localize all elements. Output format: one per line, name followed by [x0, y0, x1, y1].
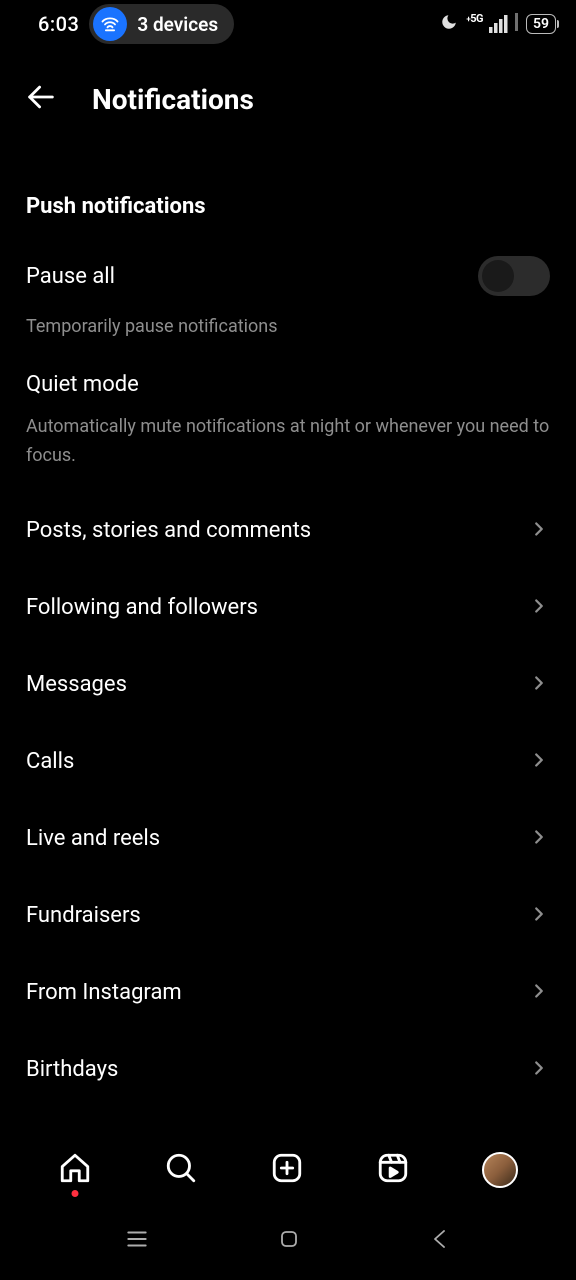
pause-all-toggle[interactable] — [478, 256, 550, 296]
tab-reels[interactable] — [376, 1151, 410, 1189]
avatar — [482, 1152, 518, 1188]
item-label: Live and reels — [26, 826, 160, 851]
signal-icon — [489, 15, 511, 33]
home-button[interactable] — [277, 1227, 301, 1255]
item-label: Posts, stories and comments — [26, 518, 311, 543]
tab-create[interactable] — [270, 1151, 304, 1189]
back-button[interactable] — [428, 1227, 452, 1255]
status-left: 6:03 3 devices — [38, 4, 234, 44]
chevron-right-icon — [528, 1057, 550, 1083]
item-label: Fundraisers — [26, 903, 141, 928]
item-label: Calls — [26, 749, 74, 774]
android-nav-bar — [0, 1202, 576, 1280]
chevron-right-icon — [528, 749, 550, 775]
item-live-reels[interactable]: Live and reels — [26, 800, 550, 877]
dnd-moon-icon — [440, 12, 458, 36]
status-bar: 6:03 3 devices +5G — [0, 0, 576, 48]
chevron-right-icon — [528, 826, 550, 852]
bottom-tab-bar — [0, 1138, 576, 1202]
quiet-mode-label: Quiet mode — [26, 372, 139, 397]
wifi-icon — [93, 7, 127, 41]
tab-home[interactable] — [58, 1151, 92, 1189]
chevron-right-icon — [528, 980, 550, 1006]
chevron-right-icon — [528, 595, 550, 621]
devices-pill[interactable]: 3 devices — [89, 4, 234, 44]
pause-all-label: Pause all — [26, 264, 115, 289]
item-messages[interactable]: Messages — [26, 646, 550, 723]
item-from-instagram[interactable]: From Instagram — [26, 954, 550, 1031]
status-right: +5G 59 — [440, 12, 556, 36]
item-label: From Instagram — [26, 980, 182, 1005]
pause-all-row[interactable]: Pause all — [26, 247, 550, 305]
toggle-knob — [482, 260, 514, 292]
item-fundraisers[interactable]: Fundraisers — [26, 877, 550, 954]
item-birthdays[interactable]: Birthdays — [26, 1031, 550, 1108]
chevron-right-icon — [528, 518, 550, 544]
quiet-mode-subtext: Automatically mute notifications at nigh… — [26, 405, 550, 493]
chevron-right-icon — [528, 903, 550, 929]
clock-time: 6:03 — [38, 12, 79, 36]
battery-indicator: 59 — [526, 14, 556, 34]
settings-content: Push notifications Pause all Temporarily… — [0, 138, 576, 1180]
network-type: +5G — [466, 12, 483, 25]
push-notifications-header: Push notifications — [26, 138, 550, 247]
item-calls[interactable]: Calls — [26, 723, 550, 800]
item-posts-stories-comments[interactable]: Posts, stories and comments — [26, 492, 550, 569]
tab-profile[interactable] — [482, 1152, 518, 1188]
page-header: Notifications — [0, 48, 576, 138]
home-notification-dot — [72, 1190, 79, 1197]
item-label: Birthdays — [26, 1057, 118, 1082]
page-title: Notifications — [92, 83, 254, 116]
secondary-signal-icon — [515, 12, 520, 36]
recent-apps-button[interactable] — [124, 1226, 150, 1256]
chevron-right-icon — [528, 672, 550, 698]
item-following-followers[interactable]: Following and followers — [26, 569, 550, 646]
item-label: Messages — [26, 672, 127, 697]
pause-all-subtext: Temporarily pause notifications — [26, 305, 550, 346]
devices-label: 3 devices — [137, 13, 218, 36]
back-arrow-icon[interactable] — [24, 80, 58, 118]
item-label: Following and followers — [26, 595, 258, 620]
tab-search[interactable] — [164, 1151, 198, 1189]
quiet-mode-row[interactable]: Quiet mode — [26, 346, 550, 405]
